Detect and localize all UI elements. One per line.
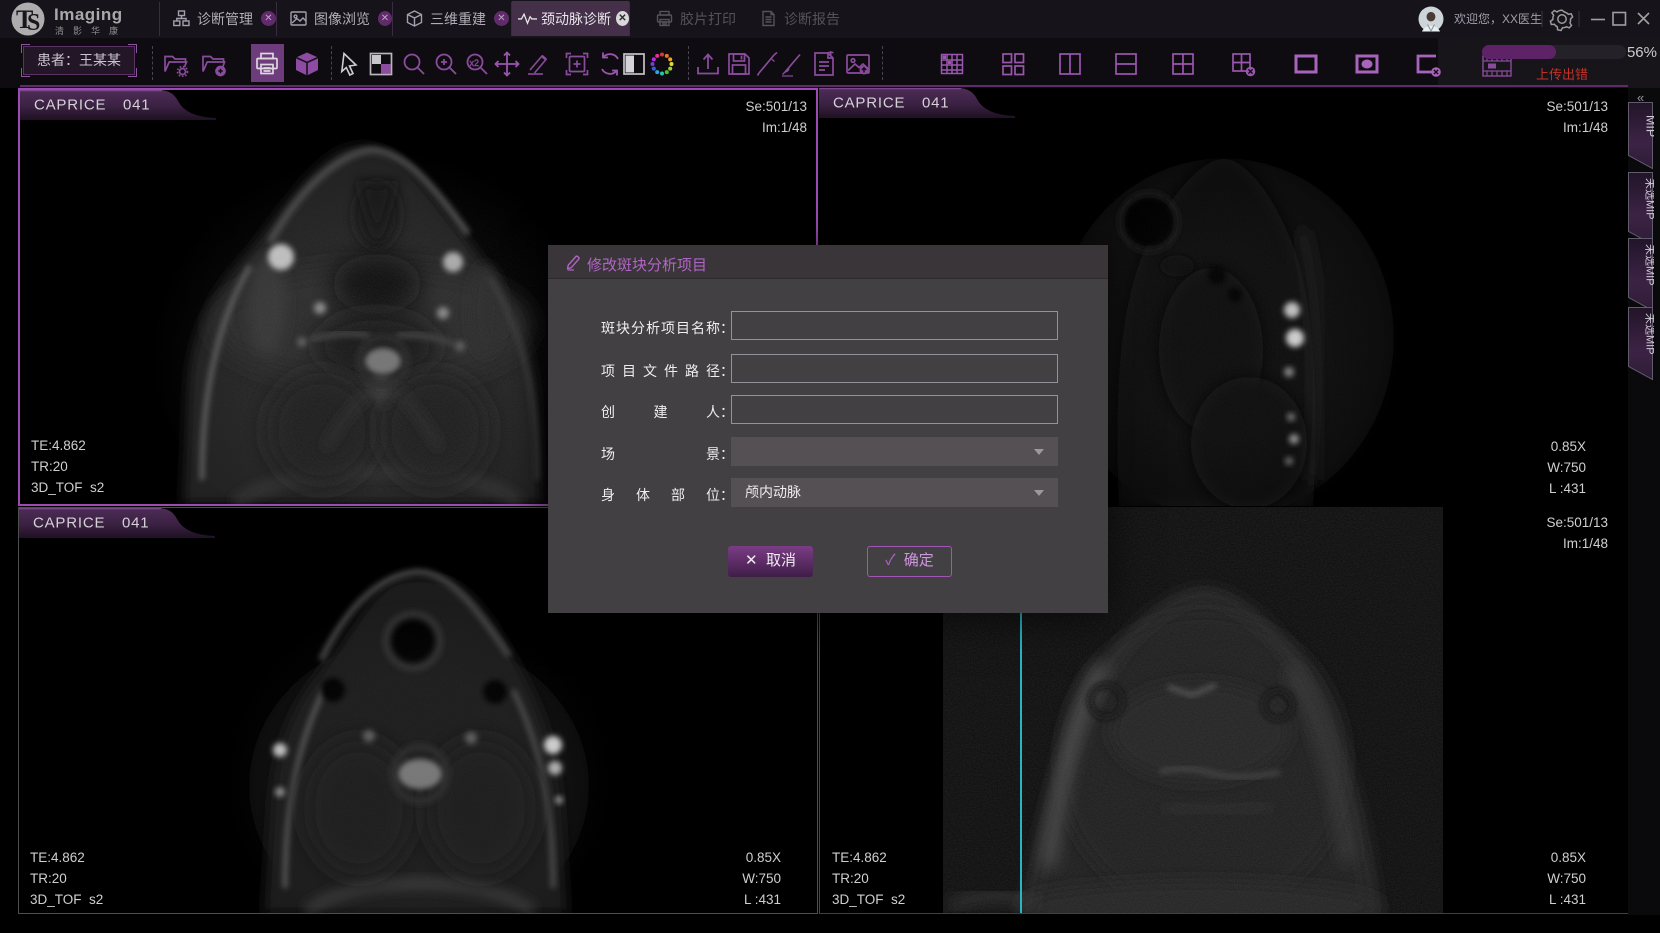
svg-text:MIP: MIP [1644,115,1655,137]
svg-text:041: 041 [123,97,150,114]
svg-text:Imaging: Imaging [54,5,123,24]
svg-text:S: S [27,10,40,36]
svg-text:未选MIP: 未选MIP [1644,178,1655,220]
svg-text:CAPRICE: CAPRICE [833,95,905,112]
svg-text:未选MIP: 未选MIP [1644,313,1655,355]
svg-text:清影华康: 清影华康 [55,25,127,36]
svg-text:未选MIP: 未选MIP [1644,244,1655,286]
svg-text:041: 041 [922,95,949,112]
svg-text:CAPRICE: CAPRICE [34,97,106,114]
svg-text:041: 041 [122,515,149,532]
svg-text:CAPRICE: CAPRICE [33,515,105,532]
svg-text:欢迎您，XX医生: 欢迎您，XX医生 [1454,11,1542,26]
svg-text:x2: x2 [470,58,480,68]
